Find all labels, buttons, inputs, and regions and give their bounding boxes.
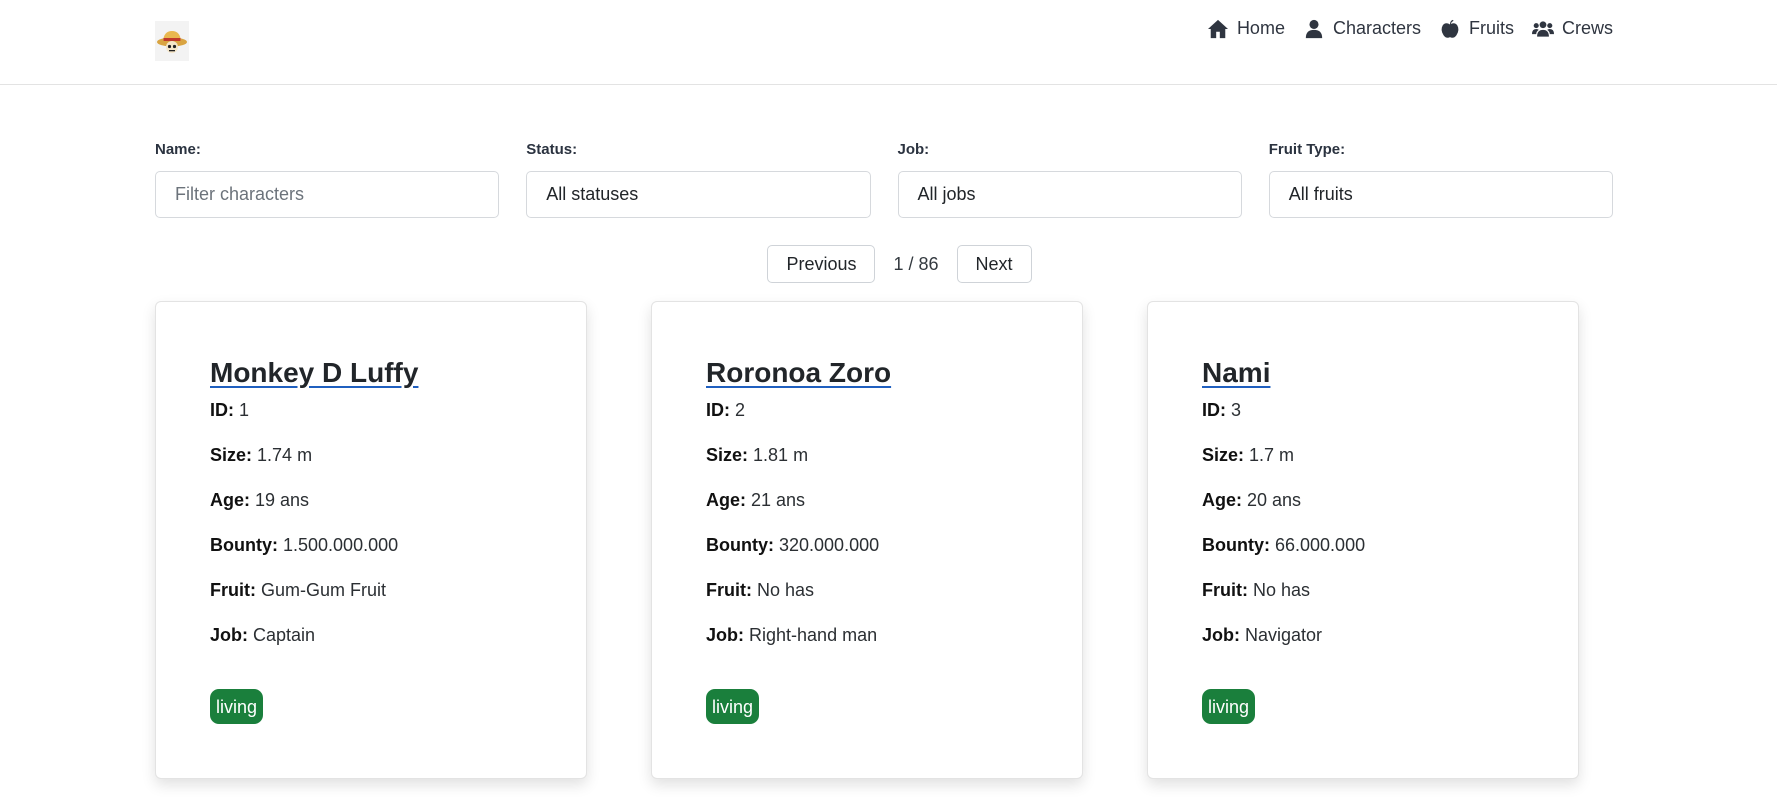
character-job: Job: Navigator (1202, 625, 1323, 645)
nav-crews-label: Crews (1561, 18, 1613, 38)
status-badge: living (706, 689, 760, 724)
character-bounty: Bounty: 1.500.000.000 (210, 535, 399, 555)
character-name-link[interactable]: Monkey D Luffy (210, 357, 418, 389)
character-age: Age: 21 ans (706, 490, 806, 510)
job-filter-label: Job: (897, 141, 930, 158)
name-filter-label: Name: (155, 141, 201, 158)
character-id: ID: 2 (706, 400, 746, 420)
apple-icon (1441, 19, 1459, 38)
character-id: ID: 3 (1202, 400, 1242, 420)
status-badge: living (210, 689, 264, 724)
nav-characters[interactable]: Characters (1303, 18, 1421, 39)
character-name-link[interactable]: Nami (1202, 357, 1270, 389)
top-navbar: Home Characters Fruits Crews (0, 0, 1777, 85)
main-nav: Home Characters Fruits Crews (1189, 18, 1613, 39)
nav-fruits[interactable]: Fruits (1439, 18, 1514, 39)
character-size: Size: 1.7 m (1202, 445, 1295, 465)
page-indicator: 1 / 86 (893, 253, 939, 274)
nav-home-label: Home (1236, 18, 1285, 38)
next-button[interactable]: Next (956, 245, 1032, 283)
straw-hat-logo-icon[interactable] (155, 21, 189, 61)
character-job: Job: Captain (210, 625, 316, 645)
fruit-type-filter: Fruit Type: All fruits (1268, 141, 1613, 218)
group-icon (1531, 20, 1554, 37)
name-filter-input[interactable] (155, 171, 500, 218)
nav-home[interactable]: Home (1207, 18, 1285, 39)
character-size: Size: 1.74 m (210, 445, 313, 465)
job-filter: Job: All jobs (897, 141, 1242, 218)
status-select[interactable]: All statuses (526, 171, 871, 218)
character-age: Age: 19 ans (210, 490, 310, 510)
fruit-type-filter-label: Fruit Type: (1268, 141, 1346, 158)
character-age: Age: 20 ans (1202, 490, 1302, 510)
pagination-controls: Previous 1 / 86 Next (767, 245, 1032, 283)
pagination: Previous 1 / 86 Next (0, 245, 1777, 283)
nav-characters-label: Characters (1332, 18, 1421, 38)
character-card: Nami ID: 3 Size: 1.7 m Age: 20 ans Bount… (1147, 301, 1579, 779)
character-card: Roronoa Zoro ID: 2 Size: 1.81 m Age: 21 … (651, 301, 1083, 779)
character-id: ID: 1 (210, 400, 250, 420)
nav-crews[interactable]: Crews (1531, 18, 1613, 39)
status-filter-label: Status: (526, 141, 578, 158)
fruit-type-select[interactable]: All fruits (1268, 171, 1613, 218)
character-fruit: Fruit: No has (1202, 580, 1311, 600)
character-card-list: Monkey D Luffy ID: 1 Size: 1.74 m Age: 1… (155, 301, 1579, 779)
character-fruit: Fruit: No has (706, 580, 815, 600)
previous-button[interactable]: Previous (767, 245, 876, 283)
name-filter: Name: (155, 141, 500, 218)
character-fruit: Fruit: Gum-Gum Fruit (210, 580, 387, 600)
character-job: Job: Right-hand man (706, 625, 878, 645)
job-select[interactable]: All jobs (897, 171, 1242, 218)
status-filter: Status: All statuses (526, 141, 871, 218)
person-icon (1305, 19, 1323, 38)
character-name-link[interactable]: Roronoa Zoro (706, 357, 891, 389)
character-bounty: Bounty: 320.000.000 (706, 535, 880, 555)
character-size: Size: 1.81 m (706, 445, 809, 465)
filters-bar: Name: Status: All statuses Job: All jobs… (155, 141, 1613, 218)
nav-fruits-label: Fruits (1468, 18, 1514, 38)
status-badge: living (1202, 689, 1256, 724)
character-card: Monkey D Luffy ID: 1 Size: 1.74 m Age: 1… (155, 301, 587, 779)
character-bounty: Bounty: 66.000.000 (1202, 535, 1366, 555)
home-icon (1207, 19, 1228, 38)
